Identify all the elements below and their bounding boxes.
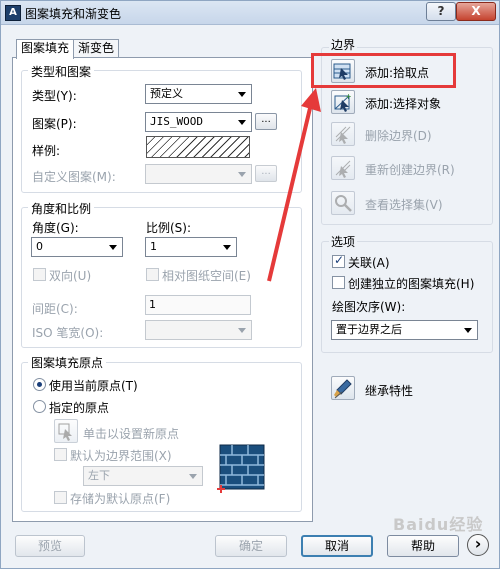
use-current-origin-radio[interactable]: [33, 378, 46, 391]
extent-dropdown[interactable]: 左下: [83, 466, 203, 486]
scale-value: 1: [150, 240, 157, 253]
hatch-dialog: A 图案填充和渐变色 ? X 图案填充 渐变色 类型和图案 类型(Y): 预定义…: [0, 0, 500, 569]
chevron-down-icon: [238, 172, 246, 177]
independent-hatch-checkbox[interactable]: [332, 276, 345, 289]
recreate-boundary-button[interactable]: [331, 156, 355, 180]
custom-pattern-dropdown[interactable]: [145, 164, 252, 184]
chevron-down-icon: [223, 245, 231, 250]
recreate-boundary-label: 重新创建边界(R): [365, 163, 455, 177]
watermark: Baidu经验: [393, 515, 484, 534]
brush-icon: [334, 379, 352, 399]
recreate-boundary-icon: [335, 160, 351, 178]
app-icon: A: [5, 5, 21, 21]
remove-boundary-icon: [335, 126, 351, 144]
pattern-dropdown[interactable]: JIS_WOOD: [145, 112, 252, 132]
inherit-properties-label: 继承特性: [365, 384, 414, 398]
iso-pen-width-dropdown[interactable]: [145, 320, 252, 340]
close-button[interactable]: X: [456, 2, 496, 21]
origin-preview-icon: [217, 444, 265, 493]
store-default-origin-checkbox[interactable]: [54, 491, 67, 504]
scale-label: 比例(S):: [146, 221, 192, 235]
extent-value: 左下: [88, 469, 110, 482]
use-current-origin-label: 使用当前原点(T): [49, 379, 138, 393]
angle-scale-title: 角度和比例: [28, 200, 95, 217]
associative-label: 关联(A): [348, 256, 390, 270]
view-selections-label: 查看选择集(V): [365, 198, 443, 212]
draw-order-label: 绘图次序(W):: [332, 300, 406, 314]
type-pattern-title: 类型和图案: [28, 63, 95, 80]
magnifier-icon: [335, 195, 352, 212]
pick-point-icon: [58, 423, 72, 441]
store-default-origin-label: 存储为默认原点(F): [70, 492, 171, 506]
draw-order-value: 置于边界之后: [336, 323, 402, 336]
chevron-down-icon: [238, 120, 246, 125]
spacing-input[interactable]: 1: [145, 295, 251, 315]
tab-gradient[interactable]: 渐变色: [73, 39, 120, 58]
remove-boundaries-label: 删除边界(D): [365, 129, 432, 143]
svg-text:+: +: [345, 92, 352, 101]
view-selections-button[interactable]: [331, 191, 355, 215]
type-dropdown[interactable]: 预定义: [145, 84, 252, 104]
chevron-down-icon: [464, 328, 472, 333]
custom-pattern-label: 自定义图案(M):: [32, 170, 116, 184]
type-label: 类型(Y):: [32, 89, 77, 103]
pattern-value: JIS_WOOD: [150, 115, 203, 128]
ok-button[interactable]: 确定: [215, 535, 287, 557]
double-label: 双向(U): [49, 269, 92, 283]
iso-pen-width-label: ISO 笔宽(O):: [32, 326, 104, 340]
click-set-origin-button[interactable]: [54, 419, 78, 443]
preview-button[interactable]: 预览: [15, 535, 85, 557]
default-extent-checkbox[interactable]: [54, 448, 67, 461]
highlight-box: [311, 53, 456, 88]
independent-hatch-label: 创建独立的图案填充(H): [348, 277, 475, 291]
click-set-origin-label: 单击以设置新原点: [83, 427, 180, 441]
tab-hatch[interactable]: 图案填充: [16, 39, 75, 59]
select-objects-icon: +: [334, 92, 352, 112]
default-extent-label: 默认为边界范围(X): [70, 449, 172, 463]
add-select-objects-button[interactable]: +: [331, 90, 355, 114]
hatch-origin-title: 图案填充原点: [28, 354, 107, 371]
specified-origin-label: 指定的原点: [49, 401, 110, 415]
double-checkbox[interactable]: [33, 268, 46, 281]
add-select-objects-label: 添加:选择对象: [365, 97, 442, 111]
help-button[interactable]: 帮助: [387, 535, 459, 557]
relative-paper-checkbox[interactable]: [146, 268, 159, 281]
inherit-properties-button[interactable]: [331, 376, 355, 400]
title-bar: A 图案填充和渐变色 ? X: [1, 1, 499, 25]
chevron-down-icon: [238, 328, 246, 333]
angle-dropdown[interactable]: 0: [31, 237, 123, 257]
options-title: 选项: [329, 233, 358, 250]
help-title-button[interactable]: ?: [426, 2, 456, 21]
chevron-down-icon: [109, 245, 117, 250]
more-options-button[interactable]: ›: [467, 534, 489, 556]
chevron-down-icon: [189, 474, 197, 479]
specified-origin-radio[interactable]: [33, 400, 46, 413]
angle-value: 0: [36, 240, 43, 253]
annotation-arrow-icon: [267, 88, 321, 282]
chevron-down-icon: [238, 92, 246, 97]
spacing-label: 间距(C):: [32, 302, 78, 316]
cancel-button[interactable]: 取消: [301, 535, 373, 557]
remove-boundaries-button[interactable]: [331, 122, 355, 146]
pattern-sample-swatch[interactable]: [146, 136, 250, 158]
pattern-label: 图案(P):: [32, 117, 77, 131]
type-value: 预定义: [150, 87, 183, 100]
window-title: 图案填充和渐变色: [25, 7, 122, 21]
chevron-right-icon: ›: [474, 534, 482, 553]
associative-checkbox[interactable]: [332, 253, 345, 268]
relative-paper-label: 相对图纸空间(E): [162, 269, 251, 283]
boundary-title: 边界: [329, 36, 358, 53]
angle-label: 角度(G):: [32, 221, 79, 235]
draw-order-dropdown[interactable]: 置于边界之后: [331, 320, 478, 340]
scale-dropdown[interactable]: 1: [145, 237, 237, 257]
sample-label: 样例:: [32, 144, 61, 158]
